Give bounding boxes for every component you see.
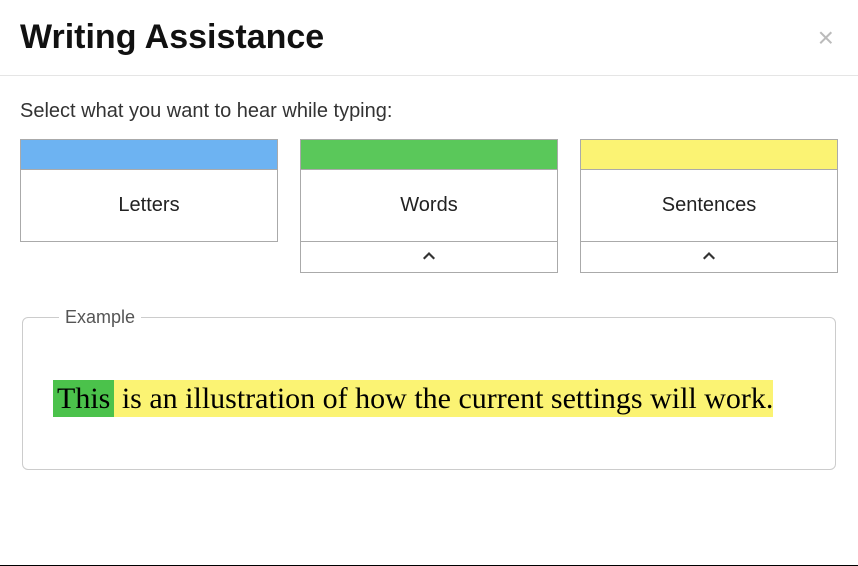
option-words-column: Words: [300, 139, 558, 273]
example-text: This is an illustration of how the curre…: [53, 376, 805, 421]
option-sentences-column: Sentences: [580, 139, 838, 273]
option-words-label: Words: [301, 170, 557, 241]
option-words-colorbar: [301, 140, 557, 170]
chevron-up-icon: [421, 248, 437, 265]
chevron-up-icon: [701, 248, 717, 265]
example-legend: Example: [59, 307, 141, 328]
example-panel: Example This is an illustration of how t…: [22, 307, 836, 470]
options-row: Letters Words Sentences: [20, 139, 838, 273]
dialog-title: Writing Assistance: [20, 18, 324, 57]
option-sentences-label: Sentences: [581, 170, 837, 241]
option-words-card[interactable]: Words: [300, 139, 558, 242]
option-letters-label: Letters: [21, 170, 277, 241]
dialog-content: Select what you want to hear while typin…: [0, 76, 858, 490]
option-letters-card[interactable]: Letters: [20, 139, 278, 242]
example-word-highlight: This: [53, 380, 114, 417]
dialog-header: Writing Assistance ×: [0, 0, 858, 76]
example-sentence-highlight: This is an illustration of how the curre…: [53, 380, 773, 417]
close-icon[interactable]: ×: [814, 24, 838, 52]
option-letters-colorbar: [21, 140, 277, 170]
instruction-text: Select what you want to hear while typin…: [20, 100, 838, 123]
option-sentences-expand-button[interactable]: [580, 242, 838, 273]
option-sentences-card[interactable]: Sentences: [580, 139, 838, 242]
example-rest-text: is an illustration of how the current se…: [114, 382, 773, 415]
option-letters-column: Letters: [20, 139, 278, 273]
option-words-expand-button[interactable]: [300, 242, 558, 273]
option-sentences-colorbar: [581, 140, 837, 170]
